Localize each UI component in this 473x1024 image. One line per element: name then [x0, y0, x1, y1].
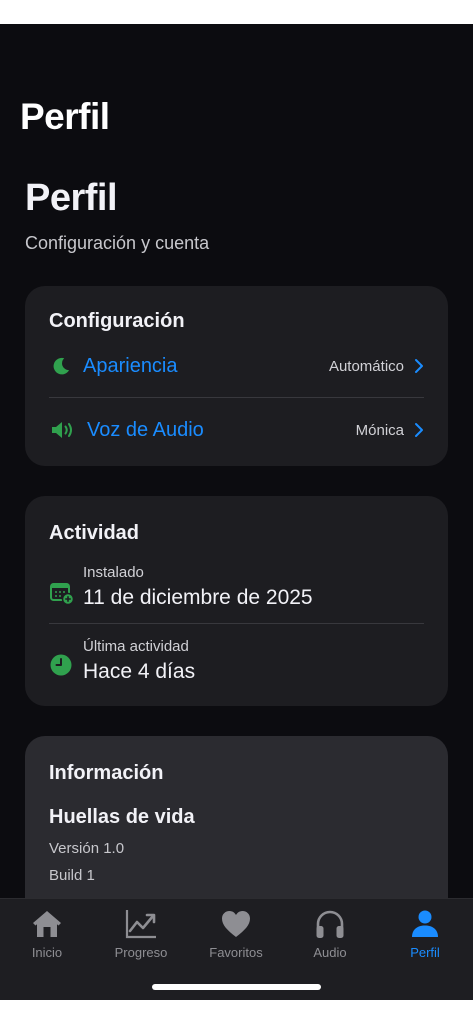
status-area [0, 0, 473, 24]
activity-card: Actividad Instalado 11 de diciembre de 2… [25, 496, 448, 706]
installed-date: 11 de diciembre de 2025 [83, 586, 313, 609]
last-activity-label: Última actividad [83, 638, 189, 655]
tab-favoritos[interactable]: Favoritos [189, 907, 283, 967]
nav-title: Perfil [20, 96, 110, 137]
clock-icon [50, 654, 72, 676]
tab-label: Progreso [114, 945, 168, 960]
installed-label: Instalado [83, 564, 144, 581]
activity-heading: Actividad [49, 522, 140, 544]
chevron-right-icon [415, 423, 423, 437]
home-indicator [152, 984, 321, 990]
person-icon [412, 910, 438, 937]
info-heading: Información [49, 762, 164, 784]
tab-label: Audio [313, 945, 347, 960]
last-activity-row: Última actividad Hace 4 días [49, 638, 424, 694]
appearance-value: Automático [328, 357, 404, 375]
headphones-icon [316, 910, 344, 938]
appearance-row[interactable]: Apariencia Automático [49, 344, 424, 388]
voice-label: Voz de Audio [87, 418, 204, 441]
voice-row[interactable]: Voz de Audio Mónica [49, 408, 424, 452]
voice-value: Mónica [355, 421, 404, 439]
divider [49, 397, 424, 398]
chevron-right-icon [415, 359, 423, 373]
calendar-add-icon [50, 583, 75, 606]
house-icon [33, 911, 61, 937]
page-title: Perfil [25, 177, 118, 219]
bottom-area [0, 1000, 473, 1024]
tab-audio[interactable]: Audio [283, 907, 377, 967]
last-activity-value: Hace 4 días [83, 660, 196, 683]
divider [49, 623, 424, 624]
page-subtitle: Configuración y cuenta [25, 233, 210, 253]
moon-icon [49, 354, 73, 378]
heart-icon [222, 911, 250, 937]
app-name: Huellas de vida [49, 806, 195, 828]
installed-row: Instalado 11 de diciembre de 2025 [49, 564, 424, 620]
settings-card: Configuración Apariencia Automático Voz … [25, 286, 448, 466]
tab-label: Favoritos [209, 945, 263, 960]
tab-perfil[interactable]: Perfil [378, 907, 472, 967]
settings-heading: Configuración [49, 310, 185, 332]
app-version: Versión 1.0 [49, 840, 125, 857]
tab-inicio[interactable]: Inicio [0, 907, 94, 967]
tab-label: Inicio [31, 945, 63, 960]
app-build: Build 1 [49, 867, 95, 884]
chart-line-icon [125, 910, 156, 939]
tab-label: Perfil [410, 945, 440, 960]
speaker-icon [49, 418, 79, 442]
tab-progreso[interactable]: Progreso [94, 907, 188, 967]
appearance-label: Apariencia [83, 354, 178, 377]
profile-screen: Perfil Perfil Configuración y cuenta Con… [0, 24, 473, 1000]
